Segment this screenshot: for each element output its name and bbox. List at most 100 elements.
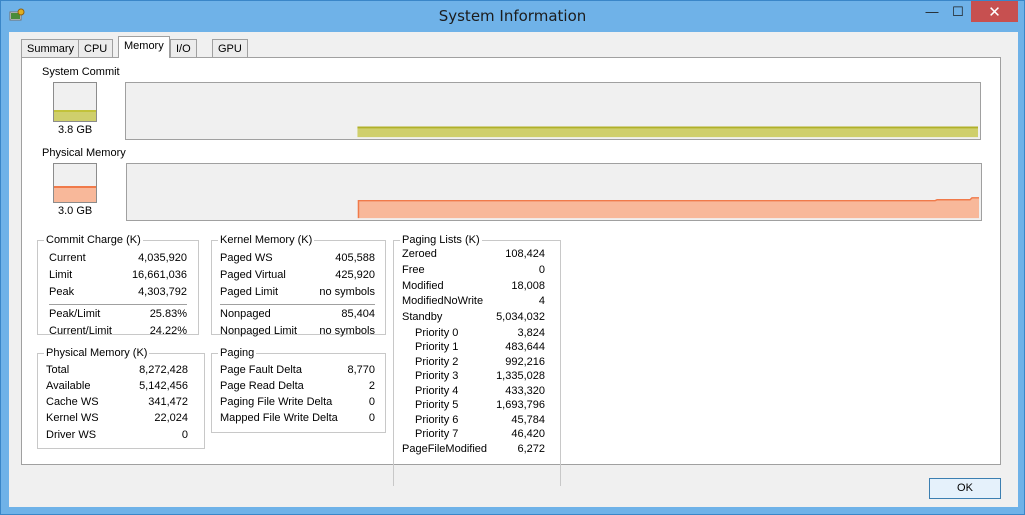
row-key: Available (46, 380, 91, 392)
system-commit-history-graph (125, 82, 981, 140)
title-bar: System Information — ☐ ✕ (1, 1, 1024, 31)
commit-current-row: Current 4,035,920 (49, 252, 187, 266)
row-key: Page Fault Delta (220, 364, 302, 376)
row-key: Priority 3 (415, 370, 459, 382)
row-key: Peak (49, 286, 75, 298)
row-key: Peak/Limit (49, 308, 101, 320)
row-value: 45,784 (511, 414, 545, 426)
paging-group: Paging Page Fault Delta 8,770 Page Read D… (211, 347, 386, 433)
priority-5-row: Priority 5 1,693,796 (402, 399, 545, 413)
row-value: 8,770 (347, 364, 375, 376)
priority-0-row: Priority 0 3,824 (402, 327, 545, 341)
tab-memory[interactable]: Memory (118, 36, 170, 58)
paging-lists-group: Paging Lists (K) Zeroed 108,424 Free 0 Mod… (393, 234, 561, 486)
row-value: 433,320 (505, 385, 545, 397)
minimize-button[interactable]: — (919, 1, 945, 22)
paging-modified-row: Modified 18,008 (402, 280, 545, 294)
row-key: Priority 6 (415, 414, 459, 426)
paging-standby-row: Standby 5,034,032 (402, 311, 545, 325)
priority-7-row: Priority 7 46,420 (402, 428, 545, 442)
paging-free-row: Free 0 (402, 264, 545, 278)
commit-limit-row: Limit 16,661,036 (49, 269, 187, 283)
row-value: 24.22% (149, 325, 187, 337)
row-key: Paging File Write Delta (220, 396, 333, 408)
paging-fault-delta-row: Page Fault Delta 8,770 (220, 364, 375, 378)
physical-memory-value: 3.0 GB (58, 205, 93, 217)
row-value: 405,588 (335, 252, 375, 264)
row-key: Total (46, 364, 70, 376)
row-key: Driver WS (46, 429, 97, 441)
row-key: Paged Limit (220, 286, 279, 298)
row-value: 4 (538, 295, 545, 307)
phys-available-row: Available 5,142,456 (46, 380, 188, 394)
physical-memory-label: Physical Memory (42, 147, 126, 159)
memory-pane: System Commit 3.8 GB Physical Memory 3.0… (21, 57, 1001, 486)
row-key: Kernel WS (46, 412, 99, 424)
row-key: Limit (49, 269, 73, 281)
physical-memory-history-graph (126, 163, 982, 221)
ok-button[interactable]: OK (929, 478, 1001, 499)
physical-memory-group: Physical Memory (K) Total 8,272,428 Avail… (37, 347, 205, 449)
priority-2-row: Priority 2 992,216 (402, 356, 545, 370)
priority-1-row: Priority 1 483,644 (402, 341, 545, 355)
row-value: 46,420 (511, 428, 545, 440)
priority-4-row: Priority 4 433,320 (402, 385, 545, 399)
row-value: 22,024 (154, 412, 188, 424)
tab-summary[interactable]: Summary (21, 39, 81, 57)
row-value: 425,920 (335, 269, 375, 281)
row-key: Cache WS (46, 396, 99, 408)
row-key: PageFileModified (402, 443, 487, 455)
window: System Information — ☐ ✕ Summary CPU Mem… (0, 0, 1025, 515)
tab-gpu[interactable]: GPU (212, 39, 248, 57)
row-value: no symbols (319, 286, 375, 298)
kernel-memory-group: Kernel Memory (K) Paged WS 405,588 Paged … (211, 234, 386, 337)
row-key: Paged WS (220, 252, 273, 264)
kernel-paged-virtual-row: Paged Virtual 425,920 (220, 269, 375, 283)
system-commit-meter (53, 82, 97, 122)
row-key: Standby (402, 311, 443, 323)
separator (49, 304, 187, 305)
priority-6-row: Priority 6 45,784 (402, 414, 545, 428)
row-key: Nonpaged (220, 308, 271, 320)
row-key: Priority 4 (415, 385, 459, 397)
row-value: 25.83% (149, 308, 187, 320)
dialog-body: Summary CPU Memory I/O GPU System Commit… (9, 32, 1018, 507)
row-key: ModifiedNoWrite (402, 295, 484, 307)
commit-peak-row: Peak 4,303,792 (49, 286, 187, 300)
tab-cpu[interactable]: CPU (78, 39, 114, 57)
row-value: 4,303,792 (138, 286, 187, 298)
row-value: 2 (368, 380, 375, 392)
row-key: Free (402, 264, 425, 276)
row-key: Current (49, 252, 86, 264)
maximize-button[interactable]: ☐ (945, 1, 971, 22)
meter-fill (54, 110, 96, 121)
row-value: 8,272,428 (139, 364, 188, 376)
row-key: Page Read Delta (220, 380, 304, 392)
priority-3-row: Priority 3 1,335,028 (402, 370, 545, 384)
commit-peak-limit-row: Peak/Limit 25.83% (49, 308, 187, 322)
row-key: Paged Virtual (220, 269, 286, 281)
row-value: 16,661,036 (131, 269, 187, 281)
row-value: 3,824 (517, 327, 545, 339)
row-key: Zeroed (402, 248, 437, 260)
row-key: Nonpaged Limit (220, 325, 298, 337)
row-value: 5,034,032 (496, 311, 545, 323)
row-value: 108,424 (505, 248, 545, 260)
phys-total-row: Total 8,272,428 (46, 364, 188, 378)
kernel-nonpaged-row: Nonpaged 85,404 (220, 308, 375, 322)
pagefile-modified-row: PageFileModified 6,272 (402, 443, 545, 457)
mapped-file-write-delta-row: Mapped File Write Delta 0 (220, 412, 375, 426)
row-key: Mapped File Write Delta (220, 412, 338, 424)
close-button[interactable]: ✕ (971, 1, 1018, 22)
row-value: 4,035,920 (138, 252, 187, 264)
row-value: no symbols (319, 325, 375, 337)
tab-io[interactable]: I/O (170, 39, 197, 57)
commit-charge-group: Commit Charge (K) Current 4,035,920 Limit… (37, 234, 199, 337)
row-value: 483,644 (505, 341, 545, 353)
window-title: System Information (438, 7, 587, 25)
system-commit-value: 3.8 GB (58, 124, 93, 136)
row-value: 1,335,028 (496, 370, 545, 382)
row-value: 0 (368, 412, 375, 424)
kernel-paged-ws-row: Paged WS 405,588 (220, 252, 375, 266)
row-key: Current/Limit (49, 325, 112, 337)
